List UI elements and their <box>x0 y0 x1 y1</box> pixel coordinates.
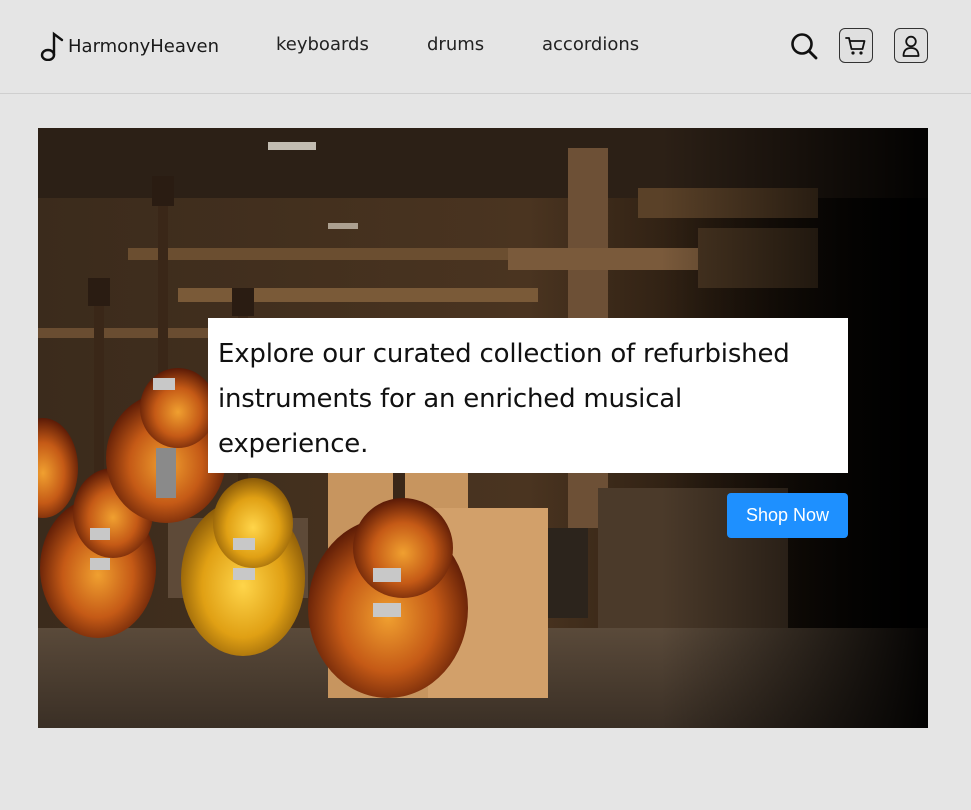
cart-icon <box>845 36 866 55</box>
user-icon <box>902 35 920 57</box>
nav-link-accordions[interactable]: accordions <box>542 34 639 55</box>
nav-link-drums[interactable]: drums <box>427 34 484 55</box>
brand-logo[interactable]: HarmonyHeaven <box>40 30 219 62</box>
brand-name: HarmonyHeaven <box>68 35 220 57</box>
hero-headline: Explore our curated collection of refurb… <box>218 339 790 459</box>
cart-button[interactable] <box>839 28 873 63</box>
site-header: HarmonyHeaven keyboards drums accordions <box>0 0 971 94</box>
shop-now-button[interactable]: Shop Now <box>727 493 848 538</box>
hero-text-box: Explore our curated collection of refurb… <box>208 318 848 473</box>
music-note-icon <box>40 31 64 61</box>
nav-link-keyboards[interactable]: keyboards <box>276 34 369 55</box>
hero-banner: Explore our curated collection of refurb… <box>38 128 928 728</box>
account-button[interactable] <box>894 28 928 63</box>
search-button[interactable] <box>789 30 819 62</box>
search-icon <box>791 33 818 60</box>
